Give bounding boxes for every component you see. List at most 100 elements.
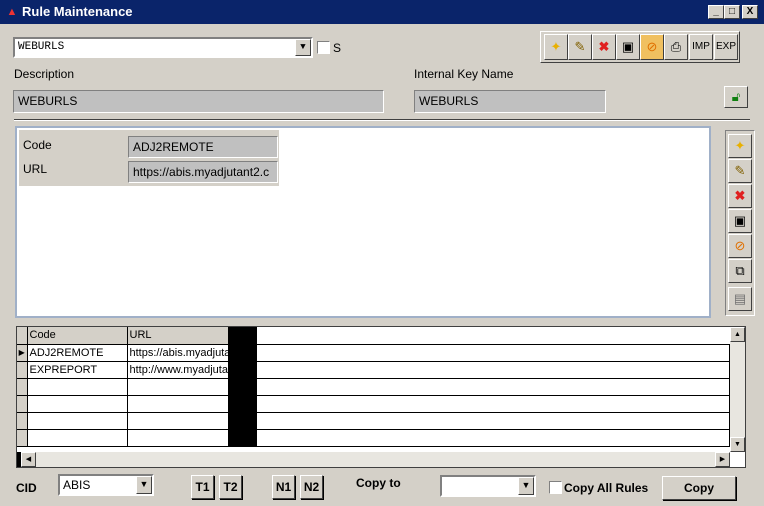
current-row-marker: ▶ [17,344,28,362]
cell-url[interactable]: http://www.myadjuta [127,361,229,379]
table-row[interactable] [17,395,730,413]
vertical-scrollbar[interactable]: ▲ ▼ [730,327,745,452]
cell-code[interactable] [27,412,128,430]
rule-select[interactable]: WEBURLS ▼ [13,37,313,58]
edit-icon[interactable]: ✎ [568,34,592,60]
cid-label: CID [16,481,37,495]
export-button[interactable]: EXP [714,34,738,60]
close-button[interactable]: X [742,5,758,19]
s-checkbox[interactable] [317,41,330,54]
edit-icon[interactable]: ✎ [728,159,752,183]
internal-key-field[interactable]: WEBURLS [414,90,606,113]
cancel-icon[interactable]: ⊘ [728,234,752,258]
black-column-block [228,378,257,396]
scroll-left-icon[interactable]: ◀ [21,452,36,467]
rule-select-value: WEBURLS [18,41,65,53]
cell-code[interactable]: ADJ2REMOTE [27,344,128,362]
black-column-block [228,429,257,447]
title-bar: ▲ Rule Maintenance _ □ X [0,0,764,24]
copy-button[interactable]: Copy [662,476,736,500]
s-checkbox-label: S [333,41,342,55]
row-indicator [17,429,28,447]
black-column-block [228,395,257,413]
black-column-block [228,361,257,379]
row-indicator [17,395,28,413]
cid-select[interactable]: ABIS ▼ [58,474,154,496]
description-label: Description [14,67,75,81]
cell-filler [256,361,730,379]
black-column-block [228,327,257,345]
unlock-icon[interactable]: 🔓︎ [724,86,748,108]
cid-select-value: ABIS [63,478,91,492]
horizontal-scrollbar[interactable]: ◀ ▶ [17,452,730,467]
internal-key-label: Internal Key Name [414,67,514,81]
paste-icon[interactable]: ▤ [728,287,752,311]
cell-filler [256,344,730,362]
n1-button[interactable]: N1 [272,475,295,499]
copy-to-select[interactable]: ▼ [440,475,536,497]
window-title: Rule Maintenance [22,4,133,19]
cell-url[interactable] [127,378,229,396]
table-row[interactable] [17,412,730,430]
table-row[interactable] [17,429,730,447]
save-icon[interactable]: ▣ [616,34,640,60]
divider [14,119,750,121]
cell-filler [256,395,730,413]
save-icon[interactable]: ▣ [728,209,752,233]
minimize-button[interactable]: _ [708,5,724,19]
copy-all-rules-label: Copy All Rules [564,481,649,495]
chevron-down-icon[interactable]: ▼ [518,477,534,495]
url-field[interactable]: https://abis.myadjutant2.c [128,161,278,183]
grid-header: Code URL [17,327,730,345]
n2-button[interactable]: N2 [300,475,323,499]
cell-filler [256,412,730,430]
scroll-down-icon[interactable]: ▼ [730,437,745,452]
description-field[interactable]: WEBURLS [13,90,384,113]
delete-icon[interactable]: ✖ [728,184,752,208]
t2-button[interactable]: T2 [219,475,242,499]
column-header-url[interactable]: URL [127,327,229,345]
row-indicator [17,378,28,396]
copy-to-label: Copy to [356,476,401,490]
cell-code[interactable] [27,378,128,396]
table-row[interactable]: EXPREPORT http://www.myadjuta [17,361,730,379]
grid-header-filler [256,327,730,345]
cell-code[interactable]: EXPREPORT [27,361,128,379]
copy-icon[interactable]: ⧉ [728,259,752,283]
cell-url[interactable]: https://abis.myadjuta [127,344,229,362]
cell-code[interactable] [27,395,128,413]
cell-url[interactable] [127,412,229,430]
new-icon[interactable]: ✦ [728,134,752,158]
scroll-right-icon[interactable]: ▶ [715,452,730,467]
cell-code[interactable] [27,429,128,447]
grid-corner [17,327,28,345]
cancel-icon[interactable]: ⊘ [640,34,664,60]
cell-url[interactable] [127,429,229,447]
code-field[interactable]: ADJ2REMOTE [128,136,278,158]
url-label: URL [23,162,48,176]
rules-grid[interactable]: Code URL ▶ ADJ2REMOTE https://abis.myadj… [16,326,746,468]
table-row[interactable]: ▶ ADJ2REMOTE https://abis.myadjuta [17,344,730,362]
import-button[interactable]: IMP [689,34,713,60]
code-label: Code [23,138,52,152]
delete-icon[interactable]: ✖ [592,34,616,60]
scroll-up-icon[interactable]: ▲ [730,327,745,342]
black-column-block [228,344,257,362]
app-icon: ▲ [6,6,18,18]
copy-all-rules-checkbox[interactable] [549,481,562,494]
column-header-code[interactable]: Code [27,327,128,345]
detail-panel: Code ADJ2REMOTE URL https://abis.myadjut… [15,126,711,318]
table-row[interactable] [17,378,730,396]
new-icon[interactable]: ✦ [544,34,568,60]
row-indicator [17,412,28,430]
cell-filler [256,378,730,396]
cell-filler [256,429,730,447]
chevron-down-icon[interactable]: ▼ [136,476,152,494]
chevron-down-icon[interactable]: ▼ [295,39,311,56]
black-column-block [228,412,257,430]
row-indicator [17,361,28,379]
t1-button[interactable]: T1 [191,475,214,499]
maximize-button[interactable]: □ [724,5,740,19]
cell-url[interactable] [127,395,229,413]
print-icon[interactable]: ⎙ [664,34,688,60]
